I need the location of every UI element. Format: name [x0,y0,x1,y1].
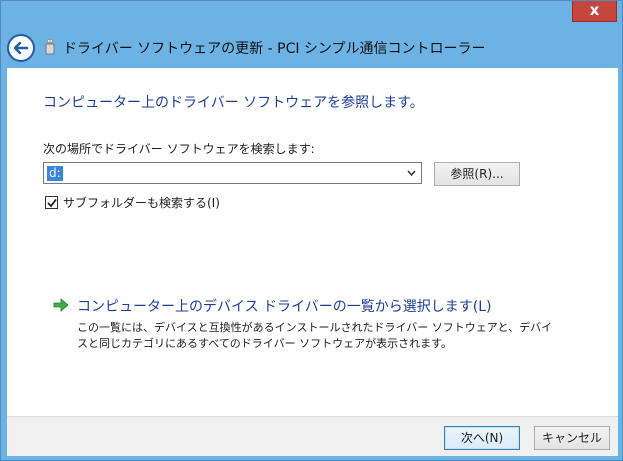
back-button[interactable] [7,34,35,62]
include-subfolders-label[interactable]: サブフォルダーも検索する(I) [63,194,220,211]
checkmark-icon [47,198,57,208]
chevron-down-icon[interactable] [407,169,416,177]
green-arrow-icon [53,298,69,312]
dialog-footer: 次へ(N) キャンセル [7,416,618,456]
search-location-label: 次の場所でドライバー ソフトウェアを検索します: [43,142,315,156]
page-heading: コンピューター上のドライバー ソフトウェアを参照します。 [43,95,424,111]
browse-button[interactable]: 参照(R)... [434,162,520,186]
path-combobox[interactable]: d: [43,162,422,184]
back-arrow-icon [13,41,29,55]
usb-device-icon [45,39,55,55]
pick-from-list-link[interactable]: コンピューター上のデバイス ドライバーの一覧から選択します(L) [77,296,491,316]
include-subfolders-checkbox[interactable] [45,196,58,209]
window-title: ドライバー ソフトウェアの更新 - PCI シンプル通信コントローラー [63,41,486,57]
dialog-window: x ドライバー ソフトウェアの更新 - PCI シンプル通信コントローラー コン… [0,0,623,461]
cancel-button[interactable]: キャンセル [534,426,610,450]
content-panel: コンピューター上のドライバー ソフトウェアを参照します。 次の場所でドライバー … [7,68,618,416]
pick-from-list-description: この一覧には、デバイスと互換性があるインストールされたドライバー ソフトウェアと… [77,321,553,350]
close-button[interactable]: x [572,1,617,22]
path-input-value[interactable]: d: [47,166,63,181]
next-button[interactable]: 次へ(N) [444,426,520,450]
